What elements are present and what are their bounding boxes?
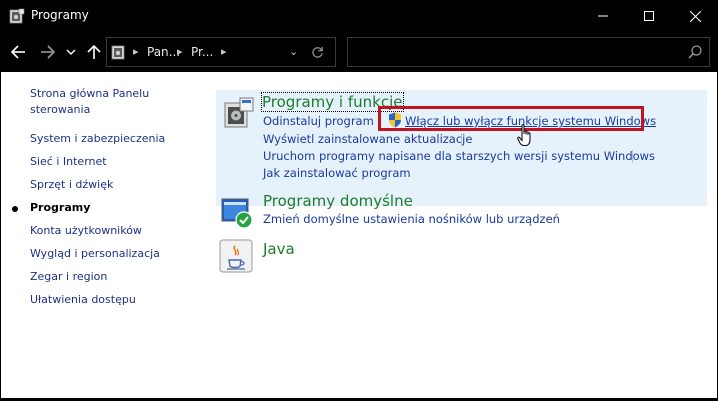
sidebar-item-home[interactable]: Strona główna Panelu sterowania bbox=[30, 86, 190, 118]
navigation-bar: ▸ Pan... ▸ Pr... ▸ ⌄ bbox=[0, 32, 718, 72]
link-separator bbox=[632, 150, 633, 163]
link-separator bbox=[461, 133, 462, 146]
window-title: Programy bbox=[31, 8, 89, 22]
java-title[interactable]: Java bbox=[263, 240, 295, 258]
minimize-button[interactable] bbox=[580, 0, 626, 32]
refresh-button[interactable] bbox=[307, 42, 327, 62]
default-programs-icon bbox=[221, 198, 253, 229]
control-panel-icon bbox=[111, 45, 125, 60]
refresh-icon bbox=[311, 46, 323, 58]
minimize-icon bbox=[598, 15, 608, 17]
address-bar[interactable]: ▸ Pan... ▸ Pr... ▸ ⌄ bbox=[106, 37, 336, 67]
close-button[interactable] bbox=[672, 0, 718, 32]
maximize-icon bbox=[644, 11, 654, 21]
forward-button[interactable] bbox=[38, 42, 58, 62]
sidebar-item-clock-region[interactable]: Zegar i region bbox=[30, 269, 107, 285]
sidebar-item-programs: Programy bbox=[30, 201, 91, 214]
address-dropdown-icon[interactable]: ⌄ bbox=[289, 45, 298, 58]
programs-features-icon bbox=[224, 97, 254, 128]
maximize-button[interactable] bbox=[626, 0, 672, 32]
back-arrow-icon bbox=[10, 45, 25, 59]
search-icon bbox=[688, 45, 702, 59]
breadcrumb-separator-icon: ▸ bbox=[221, 45, 227, 58]
highlight-annotation bbox=[378, 106, 644, 131]
how-to-install-link[interactable]: Jak zainstalować program bbox=[263, 166, 411, 180]
sidebar-item-hardware-sound[interactable]: Sprzęt i dźwięk bbox=[30, 177, 113, 193]
default-programs-title[interactable]: Programy domyślne bbox=[263, 192, 413, 210]
change-autoplay-link[interactable]: Zmień domyślne ustawienia nośników lub u… bbox=[263, 212, 560, 226]
uninstall-program-link[interactable]: Odinstaluj program bbox=[263, 114, 374, 128]
back-button[interactable] bbox=[8, 42, 28, 62]
forward-arrow-icon bbox=[41, 45, 56, 59]
title-bar: Programy bbox=[0, 0, 718, 32]
up-arrow-icon bbox=[87, 44, 101, 59]
search-box[interactable] bbox=[347, 37, 710, 67]
hand-cursor-icon bbox=[517, 124, 531, 146]
up-button[interactable] bbox=[84, 42, 104, 62]
sidebar-item-ease-of-access[interactable]: Ułatwienia dostępu bbox=[30, 292, 136, 308]
content-area: Strona główna Panelu sterowania System i… bbox=[1, 72, 717, 398]
java-icon bbox=[219, 239, 253, 273]
sidebar-item-user-accounts[interactable]: Konta użytkowników bbox=[30, 223, 142, 239]
chevron-down-icon bbox=[66, 49, 76, 55]
breadcrumb-programs[interactable]: Pr... bbox=[191, 45, 213, 59]
sidebar-item-appearance[interactable]: Wygląd i personalizacja bbox=[30, 246, 160, 262]
recent-locations-button[interactable] bbox=[64, 42, 78, 62]
sidebar-item-system-security[interactable]: System i zabezpieczenia bbox=[30, 131, 165, 147]
breadcrumb-control-panel[interactable]: Pan... bbox=[147, 45, 180, 59]
current-item-bullet bbox=[12, 206, 18, 212]
breadcrumb-separator-icon: ▸ bbox=[177, 45, 183, 58]
breadcrumb-separator-icon: ▸ bbox=[133, 45, 139, 58]
view-installed-updates-link[interactable]: Wyświetl zainstalowane aktualizacje bbox=[263, 132, 472, 146]
control-panel-icon bbox=[9, 8, 25, 24]
close-icon bbox=[689, 10, 701, 22]
run-older-programs-link[interactable]: Uruchom programy napisane dla starszych … bbox=[263, 149, 655, 163]
sidebar-item-network[interactable]: Sieć i Internet bbox=[30, 154, 107, 170]
sidebar: Strona główna Panelu sterowania System i… bbox=[1, 72, 201, 398]
